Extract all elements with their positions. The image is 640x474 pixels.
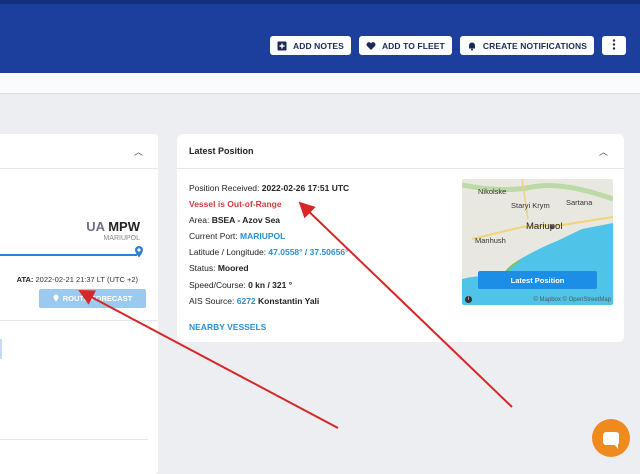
add-notes-label: ADD NOTES <box>292 40 344 51</box>
create-notifications-button[interactable]: CREATE NOTIFICATIONS <box>459 36 594 55</box>
speed-course-value: 0 kn / 321 ° <box>248 279 293 290</box>
status-value: Moored <box>217 263 249 274</box>
current-port-link[interactable]: MARIUPOL <box>240 231 285 241</box>
latest-position-card: Latest Position ︿ Position Received: 202… <box>177 134 624 342</box>
out-of-range-warning: Vessel is Out-of-Range <box>189 199 282 210</box>
position-map[interactable]: Nikolske Staryi Krym Sartana Mariupol Ma… <box>462 179 613 305</box>
area-row: Area: BSEA - Azov Sea <box>189 215 281 226</box>
ais-source-row: AIS Source: 6272 Konstantin Yali <box>189 295 320 306</box>
position-details: Position Received: 2022-02-26 17:51 UTC … <box>189 180 349 309</box>
current-port-row: Current Port: MARIUPOL <box>189 231 286 242</box>
more-options-button[interactable] <box>602 36 626 55</box>
chat-bubble-icon <box>603 431 619 449</box>
location-pin-icon <box>134 245 144 263</box>
header-actions: ADD NOTES ADD TO FLEET CREATE NOTIFICATI… <box>269 36 626 55</box>
map-place-label: Manhush <box>475 236 506 245</box>
ais-source-name: Konstantin Yali <box>258 295 320 306</box>
latest-position-header: Latest Position ︿ <box>177 134 624 169</box>
lat-lon-row: Latitude / Longitude: 47.0558° / 37.5065… <box>189 247 349 258</box>
map-place-label: Mariupol <box>526 221 563 232</box>
speed-course-row: Speed/Course: 0 kn / 321 ° <box>189 279 293 290</box>
route-progress-line <box>0 254 137 256</box>
bell-icon <box>467 40 478 51</box>
destination-port-code: UA MPW <box>86 219 140 234</box>
voyage-card: ︿ UA MPW MARIUPOL ATA: 2022-02-21 21:37 … <box>0 134 158 474</box>
position-received-value: 2022-02-26 17:51 UTC <box>261 183 350 193</box>
ais-source-id-link[interactable]: 6272 <box>237 296 256 306</box>
timeline-segment <box>0 339 2 359</box>
vertical-dots-icon <box>612 38 616 53</box>
route-forecast-label: ROUTE FORECAST <box>62 294 133 303</box>
sub-header-bar <box>0 73 640 94</box>
area-value: BSEA - Azov Sea <box>211 215 281 226</box>
ata-value: 2022-02-21 21:37 LT (UTC +2) <box>35 275 139 284</box>
lat-lon-link[interactable]: 47.0558° / 37.50656° <box>268 247 348 257</box>
map-attribution: © Mapbox © OpenStreetMap <box>533 297 611 303</box>
map-place-label: Staryi Krym <box>511 201 550 210</box>
chat-button[interactable] <box>592 419 630 457</box>
arrival-time: ATA: 2022-02-21 21:37 LT (UTC +2) <box>17 275 138 284</box>
chevron-up-icon[interactable]: ︿ <box>599 145 608 158</box>
note-plus-icon <box>277 40 288 51</box>
map-place-label: Sartana <box>566 198 593 207</box>
country-code: UA <box>86 219 105 234</box>
divider <box>0 439 148 440</box>
chevron-up-icon[interactable]: ︿ <box>134 145 143 158</box>
top-header: ADD NOTES ADD TO FLEET CREATE NOTIFICATI… <box>0 0 640 73</box>
create-notifications-label: CREATE NOTIFICATIONS <box>482 40 587 51</box>
status-row: Status: Moored <box>189 263 249 274</box>
add-notes-button[interactable]: ADD NOTES <box>269 36 351 55</box>
header-strip <box>0 0 640 4</box>
nearby-vessels-link[interactable]: NEARBY VESSELS <box>189 322 266 332</box>
divider <box>0 320 158 321</box>
add-to-fleet-label: ADD TO FLEET <box>381 40 445 51</box>
port-code: MPW <box>108 219 140 234</box>
route-forecast-button[interactable]: ROUTE FORECAST <box>39 289 146 308</box>
latest-position-map-button[interactable]: Latest Position <box>478 271 597 289</box>
map-place-label: Nikolske <box>478 187 507 196</box>
voyage-card-header: ︿ <box>0 134 158 169</box>
latest-position-title: Latest Position <box>189 146 254 156</box>
position-received-row: Position Received: 2022-02-26 17:51 UTC <box>189 183 350 193</box>
heart-icon <box>366 40 377 51</box>
pin-icon <box>53 294 59 304</box>
destination-port-name: MARIUPOL <box>103 235 140 242</box>
info-icon[interactable]: i <box>465 296 472 303</box>
add-to-fleet-button[interactable]: ADD TO FLEET <box>358 36 452 55</box>
ata-label: ATA: <box>16 275 34 284</box>
